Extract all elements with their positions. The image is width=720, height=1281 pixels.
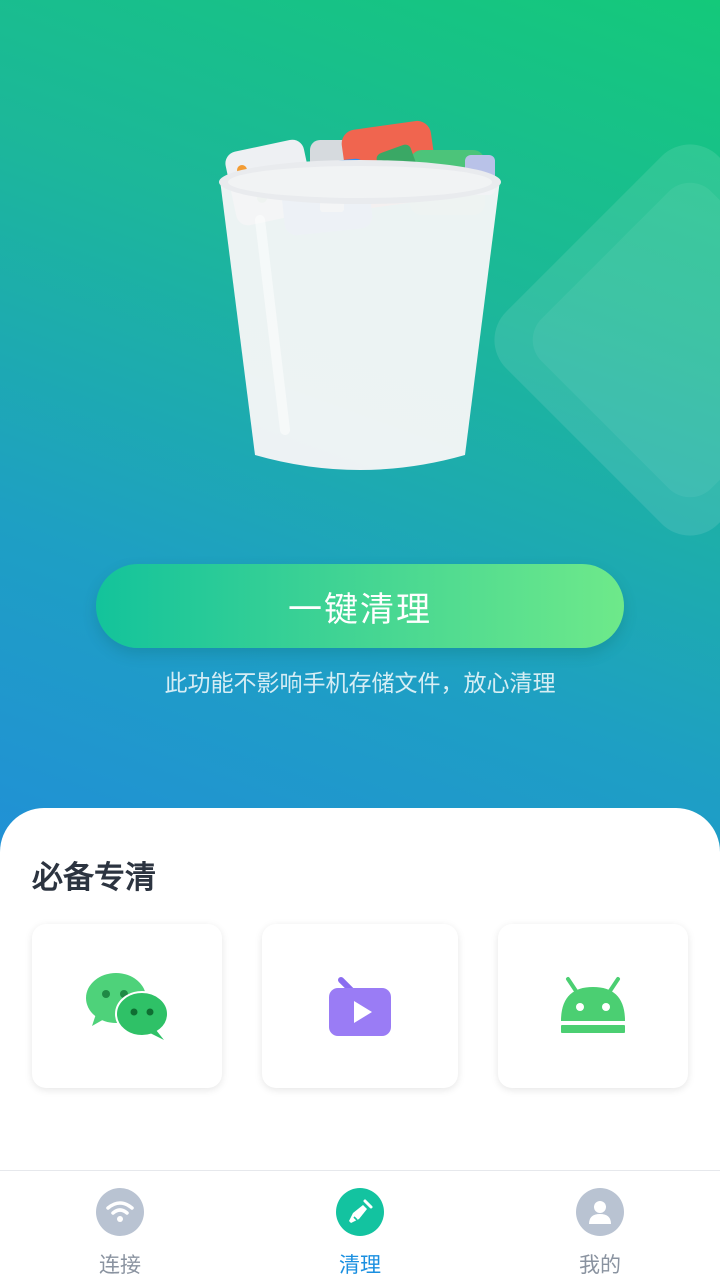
video-icon [329,977,391,1036]
tab-profile[interactable]: 我的 [480,1171,720,1281]
android-clean-card[interactable] [498,924,688,1088]
user-icon [576,1188,624,1236]
bottom-tab-bar: 连接 清理 我的 [0,1170,720,1281]
trash-bin-illustration [219,120,501,470]
tab-clean[interactable]: 清理 [240,1171,480,1281]
android-icon [561,977,625,1033]
wifi-icon [96,1188,144,1236]
section-title: 必备专清 [32,860,156,896]
tab-connect[interactable]: 连接 [0,1171,240,1281]
hero-banner: 一键清理 此功能不影响手机存储文件，放心清理 [0,0,720,860]
tab-clean-label: 清理 [339,1253,381,1277]
one-click-clean-button[interactable]: 一键清理 [96,564,624,648]
wechat-clean-card[interactable] [32,924,222,1088]
video-clean-card[interactable] [262,924,458,1088]
essentials-panel: 必备专清 [0,808,720,1170]
wechat-icon [86,973,169,1040]
tab-connect-label: 连接 [99,1253,141,1277]
clean-hint-text: 此功能不影响手机存储文件，放心清理 [164,671,556,697]
tab-profile-label: 我的 [579,1253,621,1277]
broom-icon [336,1188,384,1236]
